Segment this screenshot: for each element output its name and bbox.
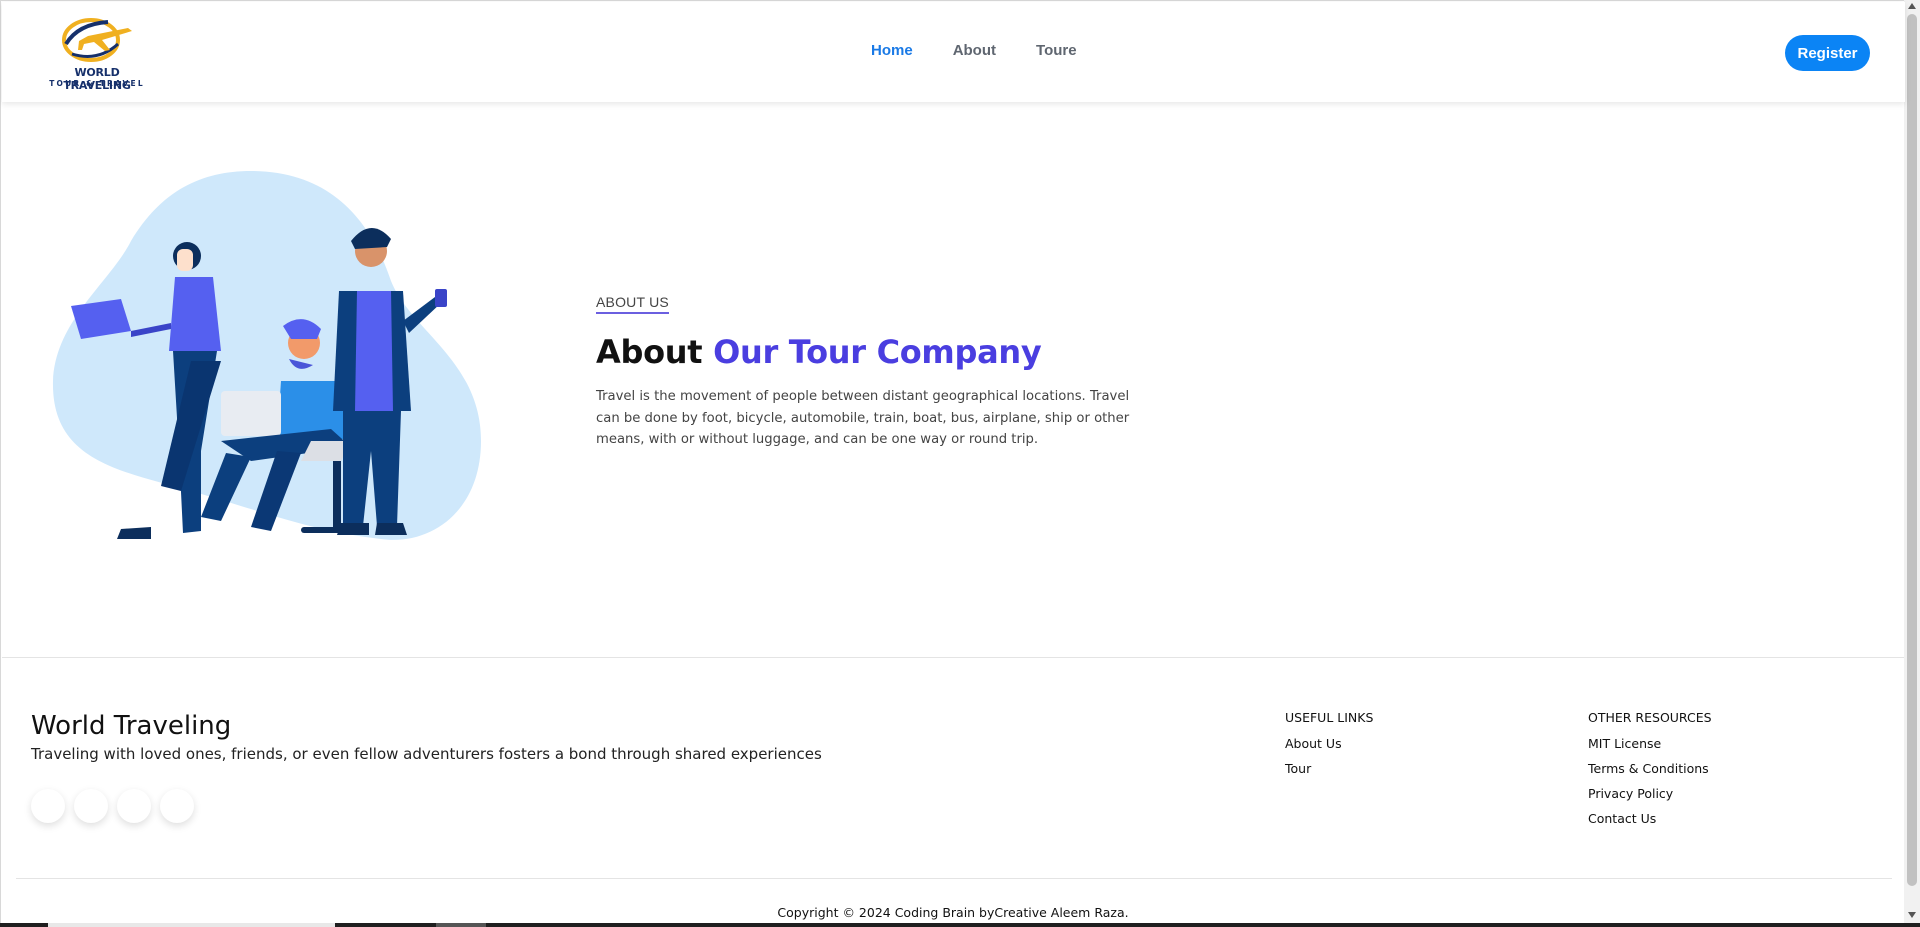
- other-resources-title: OTHER RESOURCES: [1588, 710, 1712, 725]
- about-eyebrow: ABOUT US: [596, 294, 669, 314]
- other-resources-column: OTHER RESOURCES MIT License Terms & Cond…: [1588, 710, 1712, 836]
- social-button-1[interactable]: [31, 789, 65, 823]
- nav-home[interactable]: Home: [871, 42, 913, 59]
- footer-link-mit-license[interactable]: MIT License: [1588, 736, 1712, 751]
- about-heading-plain: About: [596, 333, 703, 371]
- taskbar-segment: [436, 923, 486, 927]
- taskbar-strip: [0, 923, 1920, 927]
- footer-tagline: Traveling with loved ones, friends, or e…: [31, 745, 822, 763]
- main-nav: Home About Toure: [871, 42, 1077, 59]
- social-button-3[interactable]: [117, 789, 151, 823]
- brand-logo[interactable]: WORLD TRAVELING TOUR & TRAVEL: [40, 14, 154, 92]
- footer-link-terms[interactable]: Terms & Conditions: [1588, 761, 1712, 776]
- navbar: WORLD TRAVELING TOUR & TRAVEL Home About…: [2, 2, 1905, 102]
- footer-divider-bottom: [16, 878, 1892, 879]
- scroll-down-arrow-icon[interactable]: [1908, 912, 1916, 918]
- footer-divider-top: [2, 657, 1905, 658]
- footer-link-tour[interactable]: Tour: [1285, 761, 1373, 776]
- social-links: [31, 789, 194, 823]
- logo-subtitle: TOUR & TRAVEL: [49, 79, 145, 88]
- footer-link-contact[interactable]: Contact Us: [1588, 811, 1712, 826]
- about-text-block: ABOUT US About Our Tour Company Travel i…: [596, 294, 1156, 451]
- page-viewport: WORLD TRAVELING TOUR & TRAVEL Home About…: [0, 0, 1905, 927]
- scroll-thumb[interactable]: [1907, 14, 1917, 886]
- vertical-scrollbar[interactable]: [1904, 0, 1920, 927]
- footer-link-privacy[interactable]: Privacy Policy: [1588, 786, 1712, 801]
- about-description: Travel is the movement of people between…: [596, 389, 1130, 448]
- footer-brand: World Traveling: [31, 711, 232, 741]
- social-button-4[interactable]: [160, 789, 194, 823]
- taskbar-segment: [48, 923, 335, 927]
- footer-link-about-us[interactable]: About Us: [1285, 736, 1373, 751]
- airplane-logo-icon: [62, 18, 132, 62]
- about-heading: About Our Tour Company: [596, 332, 1156, 372]
- copyright-text: Copyright © 2024 Coding Brain byCreative…: [777, 905, 1129, 920]
- nav-toure[interactable]: Toure: [1036, 42, 1077, 59]
- about-heading-accent: Our Tour Company: [713, 333, 1042, 371]
- scroll-up-arrow-icon[interactable]: [1908, 3, 1916, 9]
- nav-about[interactable]: About: [953, 42, 996, 59]
- social-button-2[interactable]: [74, 789, 108, 823]
- register-button[interactable]: Register: [1785, 35, 1870, 71]
- team-illustration: [51, 161, 491, 551]
- useful-links-column: USEFUL LINKS About Us Tour: [1285, 710, 1373, 786]
- useful-links-title: USEFUL LINKS: [1285, 710, 1374, 725]
